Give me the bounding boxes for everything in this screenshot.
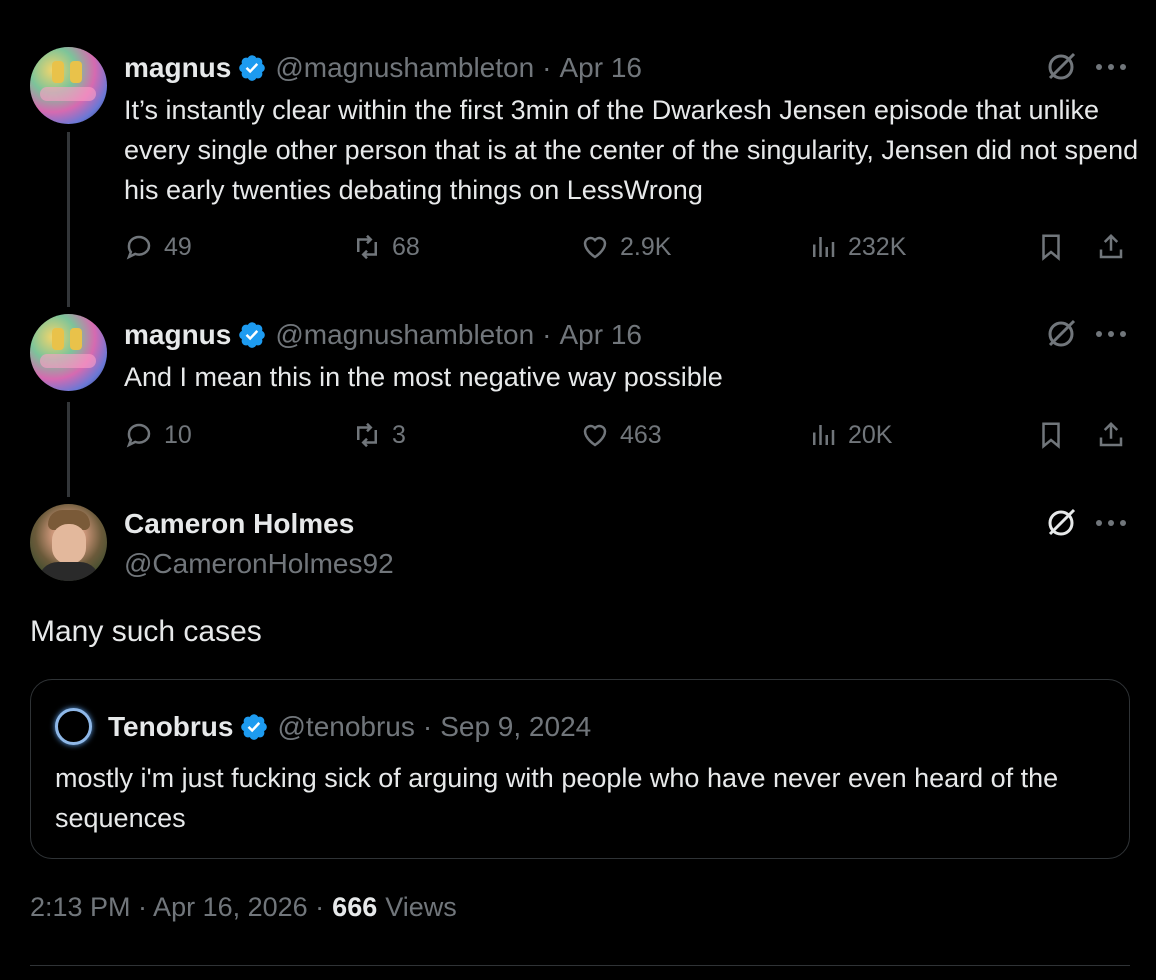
share-icon <box>1099 421 1123 447</box>
bookmark-button[interactable] <box>1036 420 1066 450</box>
share-icon <box>1099 233 1123 259</box>
avatar[interactable] <box>30 504 107 581</box>
view-count: 20K <box>848 420 893 449</box>
reply-button[interactable]: 49 <box>124 232 192 262</box>
quote-avatar[interactable] <box>55 708 92 745</box>
repost-count: 68 <box>392 232 420 261</box>
verified-badge-icon <box>237 320 267 350</box>
tweet-2[interactable]: magnus @magnushambleton · Apr 16 And I m… <box>0 300 1156 490</box>
tweet-header: magnus @magnushambleton · Apr 16 <box>124 315 642 355</box>
repost-icon <box>357 422 377 448</box>
author-name[interactable]: magnus <box>124 319 231 351</box>
tweet-meta: 2:13 PM · Apr 16, 2026 · 666 Views <box>30 892 457 923</box>
tweet-date[interactable]: Apr 16 <box>559 52 642 84</box>
tweet-text: And I mean this in the most negative way… <box>124 362 723 392</box>
more-options-icon[interactable] <box>1096 62 1126 72</box>
analytics-icon <box>813 237 835 257</box>
quote-header: Tenobrus @tenobrus · Sep 9, 2024 <box>55 708 591 745</box>
repost-icon <box>357 234 377 260</box>
quote-author-name[interactable]: Tenobrus <box>108 711 233 743</box>
more-options-icon[interactable] <box>1096 518 1126 528</box>
bookmark-icon <box>1042 234 1060 261</box>
grok-icon[interactable] <box>1044 506 1078 540</box>
avatar[interactable] <box>30 47 107 124</box>
main-tweet-text: Many such cases <box>30 615 262 648</box>
author-name[interactable]: magnus <box>124 52 231 84</box>
analytics-icon <box>813 425 835 445</box>
heart-icon <box>583 424 607 447</box>
tweet-actions: 10 3 463 20K <box>124 420 1134 460</box>
like-count: 2.9K <box>620 232 672 261</box>
more-options-icon[interactable] <box>1096 329 1126 339</box>
author-name[interactable]: Cameron Holmes <box>124 508 354 540</box>
like-count: 463 <box>620 420 662 449</box>
tweet-header: magnus @magnushambleton · Apr 16 <box>124 48 642 88</box>
quote-author-handle[interactable]: @tenobrus <box>277 711 414 743</box>
share-button[interactable] <box>1096 232 1126 262</box>
view-count: 232K <box>848 232 907 261</box>
reply-count: 49 <box>164 232 192 261</box>
repost-count: 3 <box>392 420 406 449</box>
bookmark-button[interactable] <box>1036 232 1066 262</box>
share-button[interactable] <box>1096 420 1126 450</box>
repost-button[interactable]: 3 <box>352 420 406 450</box>
views-button[interactable]: 232K <box>808 232 906 262</box>
tweet-1[interactable]: magnus @magnushambleton · Apr 16 It’s in… <box>0 0 1156 300</box>
divider <box>30 965 1130 966</box>
reply-button[interactable]: 10 <box>124 420 192 450</box>
tweet-text: It’s instantly clear within the first 3m… <box>124 95 1139 205</box>
quote-date[interactable]: Sep 9, 2024 <box>440 711 591 743</box>
timestamp[interactable]: 2:13 PM · Apr 16, 2026 · <box>30 892 324 923</box>
verified-badge-icon <box>237 53 267 83</box>
views-label: Views <box>385 892 457 922</box>
reply-icon <box>126 423 151 448</box>
grok-icon[interactable] <box>1044 317 1078 351</box>
tweet-date[interactable]: Apr 16 <box>559 319 642 351</box>
quote-text: mostly i'm just fucking sick of arguing … <box>55 763 1059 833</box>
tweet-actions: 49 68 2.9K 232K <box>124 232 1134 272</box>
main-author-name-row: Cameron Holmes <box>124 504 354 544</box>
reply-count: 10 <box>164 420 192 449</box>
bookmark-icon <box>1042 422 1060 449</box>
repost-button[interactable]: 68 <box>352 232 420 262</box>
views-button[interactable]: 20K <box>808 420 892 450</box>
like-button[interactable]: 463 <box>580 420 662 450</box>
author-handle[interactable]: @magnushambleton <box>275 319 534 351</box>
quoted-tweet-card[interactable]: Tenobrus @tenobrus · Sep 9, 2024 mostly … <box>30 679 1130 859</box>
view-count: 666 <box>332 892 378 922</box>
reply-icon <box>126 235 151 260</box>
avatar[interactable] <box>30 314 107 391</box>
heart-icon <box>583 236 607 259</box>
author-handle[interactable]: @CameronHolmes92 <box>124 548 394 580</box>
like-button[interactable]: 2.9K <box>580 232 671 262</box>
separator-dot: · <box>542 319 552 350</box>
separator-dot: · <box>542 52 552 83</box>
main-author-handle-row: @CameronHolmes92 <box>124 544 394 584</box>
author-handle[interactable]: @magnushambleton <box>275 52 534 84</box>
grok-icon[interactable] <box>1044 50 1078 84</box>
verified-badge-icon <box>239 712 269 742</box>
separator-dot: · <box>422 710 433 742</box>
